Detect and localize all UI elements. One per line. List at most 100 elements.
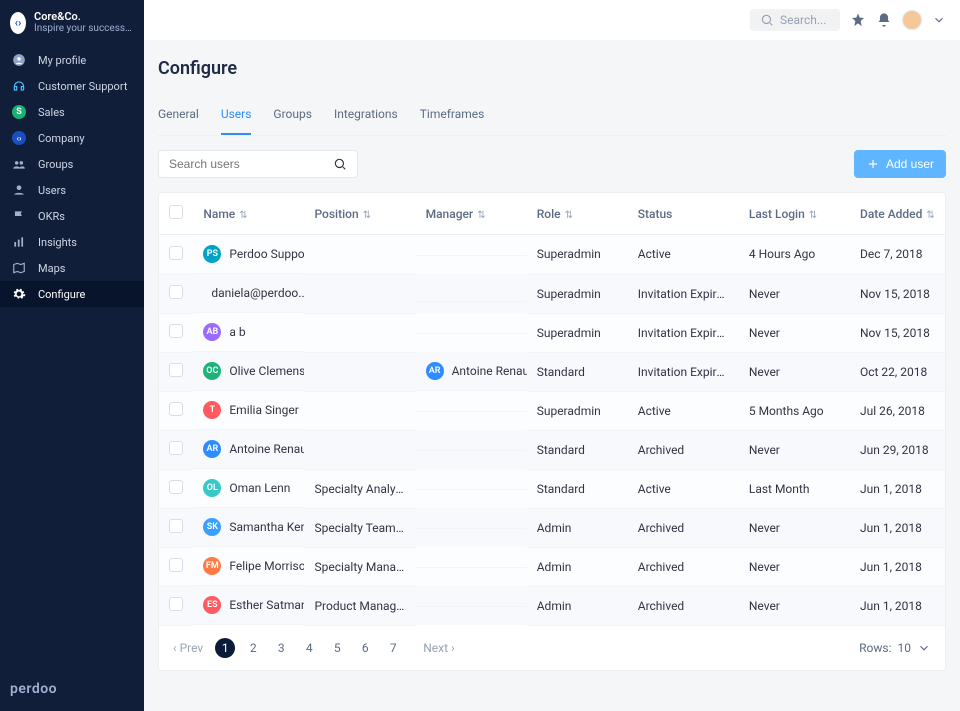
star-icon[interactable]: [850, 12, 866, 28]
table-row[interactable]: ESEsther SatmanProduct ManagerAdminArchi…: [159, 586, 945, 625]
avatar[interactable]: [902, 10, 922, 30]
user-avatar-icon: [10, 53, 28, 67]
chevron-down-icon: [917, 641, 931, 655]
user-initials-icon: T: [203, 401, 221, 419]
bell-icon[interactable]: [876, 12, 892, 28]
sort-icon: ⇅: [363, 210, 371, 221]
prev-button[interactable]: ‹ Prev: [173, 641, 203, 655]
cell-last-login: Never: [739, 430, 850, 469]
cell-manager: ARAntoine Renault: [416, 352, 527, 391]
row-checkbox[interactable]: [169, 441, 183, 455]
chevron-down-icon[interactable]: [932, 13, 946, 27]
sidebar-item-customer-support[interactable]: Customer Support: [0, 73, 144, 99]
sidebar-nav: My profile Customer Support S Sales ‹› C…: [0, 47, 144, 307]
cell-last-login: Never: [739, 274, 850, 313]
cell-last-login: 5 Months Ago: [739, 391, 850, 430]
th-manager[interactable]: Manager⇅: [416, 193, 527, 235]
topbar: Search...: [144, 0, 960, 40]
bar-chart-icon: [10, 235, 28, 249]
sidebar-item-my-profile[interactable]: My profile: [0, 47, 144, 73]
manager-initials-icon: AR: [426, 362, 444, 380]
tab-timeframes[interactable]: Timeframes: [420, 97, 485, 135]
th-position[interactable]: Position⇅: [304, 193, 415, 235]
tab-groups[interactable]: Groups: [273, 97, 312, 135]
cell-role: Standard: [527, 352, 628, 391]
sidebar-item-label: Configure: [38, 288, 85, 301]
row-checkbox[interactable]: [169, 558, 183, 572]
page-number[interactable]: 1: [215, 638, 235, 658]
table-row[interactable]: TEmilia SingerSuperadminActive5 Months A…: [159, 391, 945, 430]
row-checkbox[interactable]: [169, 324, 183, 338]
sidebar-footer-logo: perdoo: [0, 681, 144, 711]
gear-icon: [10, 287, 28, 301]
sidebar-item-company[interactable]: ‹› Company: [0, 125, 144, 151]
users-search-input[interactable]: [169, 157, 319, 171]
select-all-checkbox[interactable]: [169, 205, 183, 219]
user-initials-icon: OC: [203, 362, 221, 380]
sidebar-item-maps[interactable]: Maps: [0, 255, 144, 281]
sidebar-item-configure[interactable]: Configure: [0, 281, 144, 307]
sidebar-item-okrs[interactable]: OKRs: [0, 203, 144, 229]
row-checkbox[interactable]: [169, 519, 183, 533]
user-initials-icon: PS: [203, 245, 221, 263]
table-row[interactable]: ABa bSuperadminInvitation ExpiredNeverNo…: [159, 313, 945, 352]
page-number[interactable]: 6: [355, 638, 375, 658]
table-row[interactable]: OLOman LennSpecialty AnalystStandardActi…: [159, 469, 945, 508]
brand[interactable]: ‹› Core&Co. Inspire your success ...: [0, 0, 144, 47]
next-button[interactable]: Next ›: [423, 641, 454, 655]
tab-users[interactable]: Users: [221, 97, 252, 135]
row-checkbox[interactable]: [169, 246, 183, 260]
page-number[interactable]: 2: [243, 638, 263, 658]
user-initials-icon: FM: [203, 557, 221, 575]
sort-icon: ⇅: [565, 210, 573, 221]
page-number[interactable]: 7: [383, 638, 403, 658]
rows-per-page[interactable]: Rows: 10: [859, 641, 931, 655]
tab-integrations[interactable]: Integrations: [334, 97, 398, 135]
tab-general[interactable]: General: [158, 97, 199, 135]
row-checkbox[interactable]: [169, 363, 183, 377]
cell-position: [304, 352, 415, 391]
th-name[interactable]: Name⇅: [193, 193, 304, 235]
cell-role: Admin: [527, 508, 628, 547]
sidebar-item-users[interactable]: Users: [0, 177, 144, 203]
page-number[interactable]: 3: [271, 638, 291, 658]
th-date-added[interactable]: Date Added⇅: [850, 193, 945, 235]
brand-logo-icon: ‹›: [10, 12, 26, 34]
table-row[interactable]: daniela@perdoo....SuperadminInvitation E…: [159, 274, 945, 313]
cell-manager: [416, 430, 527, 451]
cell-position: Product Manager: [304, 586, 415, 625]
add-user-button[interactable]: Add user: [854, 150, 946, 178]
row-checkbox[interactable]: [169, 285, 183, 299]
row-checkbox[interactable]: [169, 597, 183, 611]
table-row[interactable]: PSPerdoo SupportSuperadminActive4 Hours …: [159, 235, 945, 275]
cell-name: OLOman Lenn: [193, 469, 304, 508]
sidebar-item-groups[interactable]: Groups: [0, 151, 144, 177]
users-search[interactable]: [158, 150, 358, 178]
sidebar-item-label: Users: [38, 184, 66, 197]
sidebar-item-sales[interactable]: S Sales: [0, 99, 144, 125]
cell-manager: [416, 469, 527, 490]
th-last-login[interactable]: Last Login⇅: [739, 193, 850, 235]
cell-status: Invitation Expired: [628, 313, 739, 352]
page-number[interactable]: 4: [299, 638, 319, 658]
cell-date-added: Jun 1, 2018: [850, 508, 945, 547]
row-checkbox[interactable]: [169, 402, 183, 416]
global-search[interactable]: Search...: [750, 9, 840, 31]
user-icon: [10, 183, 28, 197]
th-role[interactable]: Role⇅: [527, 193, 628, 235]
page-number[interactable]: 5: [327, 638, 347, 658]
th-status[interactable]: Status: [628, 193, 739, 235]
flag-icon: [10, 209, 28, 223]
table-row[interactable]: FMFelipe MorrisonSpecialty ManagerAdminA…: [159, 547, 945, 586]
global-search-placeholder: Search...: [780, 13, 826, 27]
cell-manager: [416, 586, 527, 607]
cell-position: [304, 430, 415, 469]
table-row[interactable]: SKSamantha KerrSpecialty Team LeadAdminA…: [159, 508, 945, 547]
table-row[interactable]: ARAntoine RenaultStandardArchivedNeverJu…: [159, 430, 945, 469]
user-initials-icon: SK: [203, 518, 221, 536]
cell-position: Specialty Team Lead: [304, 508, 415, 547]
sidebar-item-insights[interactable]: Insights: [0, 229, 144, 255]
table-row[interactable]: OCOlive ClemensARAntoine RenaultStandard…: [159, 352, 945, 391]
rows-label: Rows:: [859, 641, 891, 655]
row-checkbox[interactable]: [169, 480, 183, 494]
